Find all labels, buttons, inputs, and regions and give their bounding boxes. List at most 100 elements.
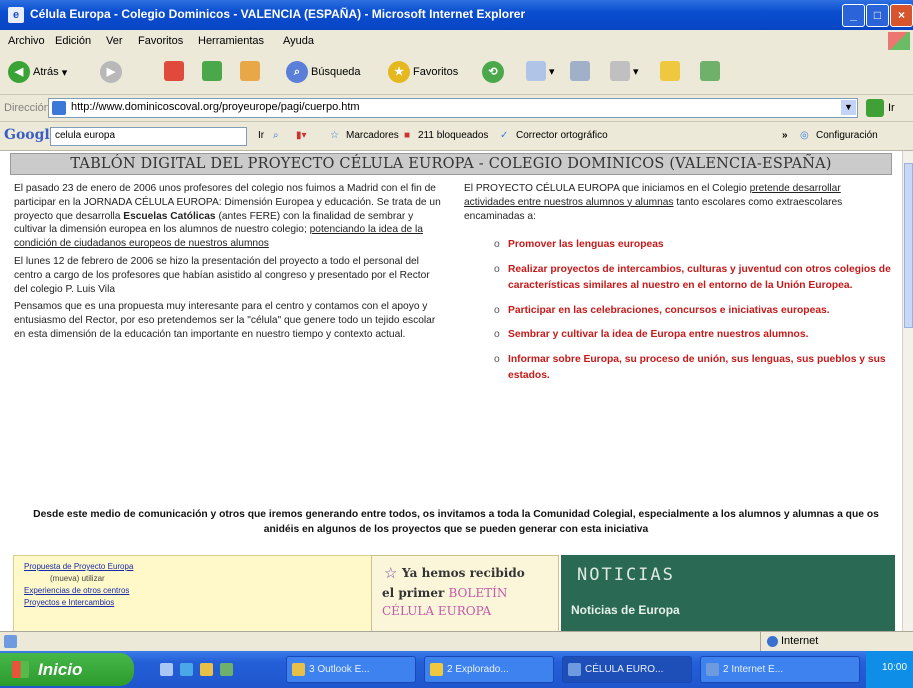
- status-bar: Internet: [0, 631, 913, 652]
- maximize-button[interactable]: □: [866, 4, 889, 27]
- refresh-icon: [202, 61, 222, 81]
- menu-archivo[interactable]: Archivo: [8, 35, 45, 47]
- history-button[interactable]: ⟲: [482, 61, 504, 85]
- address-url: http://www.dominicoscoval.org/proyeurope…: [71, 101, 360, 113]
- newsletter-line2-a: el primer: [382, 586, 449, 600]
- system-tray: 10:00: [866, 651, 913, 688]
- goal-text: Informar sobre Europa, su proceso de uni…: [508, 353, 886, 382]
- web-page: TABLÓN DIGITAL DEL PROYECTO CÉLULA EUROP…: [0, 151, 902, 631]
- goal-item: o Sembrar y cultivar la idea de Europa en…: [494, 327, 892, 344]
- menu-bar: Archivo Edición Ver Favoritos Herramient…: [0, 30, 913, 53]
- menu-favoritos[interactable]: Favoritos: [138, 35, 183, 47]
- goal-item: o Participar en las celebraciones, concur…: [494, 303, 892, 320]
- go-arrow-icon[interactable]: [866, 99, 884, 117]
- quicklaunch-outlook-icon[interactable]: [200, 663, 213, 676]
- stop-button[interactable]: [164, 61, 184, 85]
- back-button[interactable]: ◀ Atrás ▾: [8, 61, 67, 85]
- task-label: 3 Outlook E...: [309, 664, 370, 675]
- proposal-link[interactable]: Propuesta de Proyecto Europa: [24, 562, 133, 571]
- favorites-button[interactable]: ★ Favoritos: [388, 61, 458, 85]
- refresh-button[interactable]: [202, 61, 222, 85]
- search-button[interactable]: ⌕ Búsqueda: [286, 61, 361, 85]
- forward-button[interactable]: ▶: [100, 61, 122, 85]
- escuelas-catolicas-text: Escuelas Católicas: [123, 210, 216, 222]
- start-button[interactable]: Inicio: [0, 653, 134, 686]
- windows-flag-icon: [12, 661, 29, 678]
- google-go-button[interactable]: Ir: [258, 130, 264, 141]
- proposal-paragraph: Pensamos que es una propuesta muy intere…: [14, 301, 436, 340]
- google-search-icon[interactable]: ⌕: [273, 130, 279, 141]
- task-internet-explorer[interactable]: 2 Internet E...: [700, 656, 860, 683]
- exchanges-link[interactable]: Proyectos e Intercambios: [24, 598, 114, 607]
- quicklaunch-ie-icon[interactable]: [180, 663, 193, 676]
- page-banner: TABLÓN DIGITAL DEL PROYECTO CÉLULA EUROP…: [10, 153, 892, 175]
- close-button[interactable]: ×: [890, 4, 913, 27]
- spellcheck-button[interactable]: Corrector ortográfico: [516, 130, 608, 141]
- bullet-icon: o: [494, 239, 500, 251]
- zone-label: Internet: [781, 635, 819, 647]
- mail-button[interactable]: ▾: [526, 61, 555, 85]
- google-search-input[interactable]: celula europa: [50, 127, 247, 146]
- popup-blocker-icon: ■: [404, 130, 411, 141]
- address-input[interactable]: http://www.dominicoscoval.org/proyeurope…: [48, 98, 858, 118]
- newsletter-line2: el primer BOLETÍN: [382, 586, 507, 600]
- newsletter-line3: CÉLULA EUROPA: [382, 604, 492, 618]
- globe-icon: [767, 636, 778, 647]
- back-label: Atrás: [33, 66, 59, 78]
- clock[interactable]: 10:00: [882, 662, 907, 673]
- task-label: 2 Internet E...: [723, 664, 784, 675]
- title-bar: e Célula Europa - Colegio Dominicos - VA…: [0, 0, 913, 30]
- quicklaunch-desktop-icon[interactable]: [160, 663, 173, 676]
- toolbar: ◀ Atrás ▾ ▶ ⌕ Búsqueda ★ Favoritos ⟲ ▾ ▾: [0, 52, 913, 95]
- goal-item: o Realizar proyectos de intercambios, cul…: [494, 262, 892, 295]
- bullet-icon: o: [494, 329, 500, 341]
- bullet-icon: o: [494, 304, 500, 316]
- presentation-paragraph: El lunes 12 de febrero de 2006 se hizo l…: [14, 255, 430, 295]
- page-icon: [52, 101, 66, 115]
- taskbar: Inicio 3 Outlook E... 2 Explorado... CÉL…: [0, 651, 913, 688]
- news-panel[interactable]: NOTICIAS Noticias de Europa: [561, 555, 895, 631]
- messenger-button[interactable]: [700, 61, 720, 85]
- task-explorer[interactable]: 2 Explorado...: [424, 656, 554, 683]
- task-outlook[interactable]: 3 Outlook E...: [286, 656, 416, 683]
- task-celula-europa[interactable]: CÉLULA EURO...: [562, 656, 692, 683]
- home-button[interactable]: [240, 61, 260, 85]
- newsletter-line1: Ya hemos recibido: [402, 566, 525, 580]
- goal-text: Sembrar y cultivar la idea de Europa ent…: [508, 329, 809, 341]
- experiences-link[interactable]: Experiencias de otros centros: [24, 586, 129, 595]
- menu-ver[interactable]: Ver: [106, 35, 123, 47]
- address-dropdown-icon[interactable]: ▼: [841, 100, 856, 115]
- project-intro: El PROYECTO CÉLULA EUROPA que iniciamos …: [464, 182, 892, 223]
- menu-herramientas[interactable]: Herramientas: [198, 35, 264, 47]
- news-subtitle[interactable]: Noticias de Europa: [571, 603, 680, 617]
- page-status-icon: [4, 635, 17, 648]
- stop-icon: [164, 61, 184, 81]
- popup-blocked-button[interactable]: 211 bloqueados: [418, 130, 488, 141]
- more-button[interactable]: »: [782, 130, 788, 141]
- menu-edicion[interactable]: Edición: [55, 35, 91, 47]
- mail-dropdown-icon: ▾: [549, 65, 555, 78]
- goal-text: Participar en las celebraciones, concurs…: [508, 304, 830, 316]
- ie-icon: [568, 663, 581, 676]
- vertical-scrollbar[interactable]: [902, 151, 913, 631]
- favorites-label: Favoritos: [413, 66, 459, 78]
- folder-button[interactable]: [660, 61, 680, 85]
- window-title: Célula Europa - Colegio Dominicos - VALE…: [30, 7, 526, 21]
- settings-icon: ◎: [800, 130, 809, 141]
- goal-text: Promover las lenguas europeas: [508, 239, 664, 251]
- google-search-value: celula europa: [55, 130, 116, 141]
- menu-ayuda[interactable]: Ayuda: [283, 35, 314, 47]
- print-button[interactable]: [570, 61, 590, 85]
- pagerank-icon[interactable]: ▮▾: [296, 130, 307, 141]
- search-label: Búsqueda: [311, 66, 361, 78]
- newsletter-panel[interactable]: ☆ Ya hemos recibido el primer BOLETÍN CÉ…: [371, 555, 559, 631]
- go-button[interactable]: Ir: [888, 102, 895, 114]
- bookmarks-button[interactable]: Marcadores: [346, 130, 399, 141]
- scroll-thumb[interactable]: [904, 163, 913, 328]
- minimize-button[interactable]: _: [842, 4, 865, 27]
- ie-icon: [706, 663, 719, 676]
- messenger-icon: [700, 61, 720, 81]
- settings-button[interactable]: Configuración: [816, 130, 878, 141]
- edit-button[interactable]: ▾: [610, 61, 639, 85]
- quicklaunch-media-icon[interactable]: [220, 663, 233, 676]
